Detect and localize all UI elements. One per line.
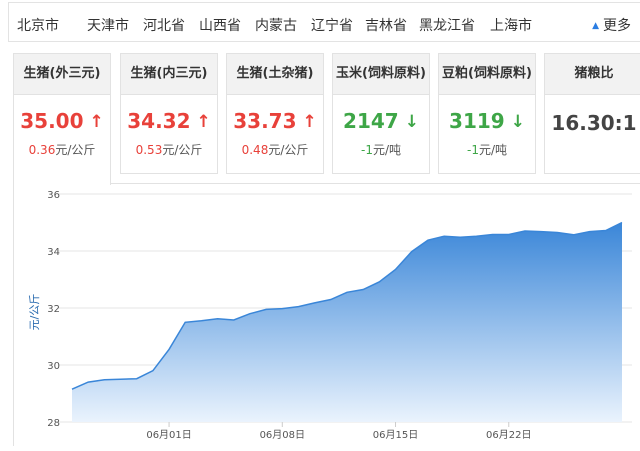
province-link-tianjin[interactable]: 天津市 xyxy=(87,15,129,35)
card-change: -1元/吨 xyxy=(360,143,401,157)
card-title: 玉米(饲料原料) xyxy=(333,54,429,95)
card-title: 生猪(内三元) xyxy=(121,54,217,95)
x-tick-label: 06月08日 xyxy=(260,429,305,441)
card-price: 16.30:1 xyxy=(551,111,637,135)
card-title: 猪粮比 xyxy=(545,54,640,95)
more-label: 更多 xyxy=(603,18,631,34)
card-price: 34.32 ↑ xyxy=(127,109,211,133)
card-hog-mixed[interactable]: 生猪(土杂猪) 33.73 ↑ 0.48元/公斤 xyxy=(226,53,324,174)
card-hog-grain-ratio[interactable]: 猪粮比 16.30:1 xyxy=(544,53,640,174)
province-bar: 北京市 天津市 河北省 山西省 内蒙古 辽宁省 吉林省 黑龙江省 上海市 ▲ 更多 xyxy=(8,2,640,42)
province-link-shanxi[interactable]: 山西省 xyxy=(199,15,241,35)
card-price: 2147 ↓ xyxy=(343,109,419,133)
price-area xyxy=(72,222,622,422)
arrow-up-icon: ↑ xyxy=(196,112,211,132)
x-tick-label: 06月22日 xyxy=(486,429,531,441)
y-tick-label: 32 xyxy=(47,304,60,315)
card-corn[interactable]: 玉米(饲料原料) 2147 ↓ -1元/吨 xyxy=(332,53,430,174)
arrow-down-icon: ↓ xyxy=(510,112,525,132)
more-button[interactable]: ▲ 更多 xyxy=(592,15,631,35)
arrow-up-icon: ↑ xyxy=(89,112,104,132)
card-change: 0.48元/公斤 xyxy=(241,143,309,157)
card-price: 3119 ↓ xyxy=(449,109,525,133)
province-link-hebei[interactable]: 河北省 xyxy=(143,15,185,35)
y-tick-label: 28 xyxy=(47,418,60,429)
province-link-neimenggu[interactable]: 内蒙古 xyxy=(255,15,297,35)
card-price: 35.00 ↑ xyxy=(20,109,104,133)
x-tick-label: 06月15日 xyxy=(373,429,418,441)
y-tick-label: 30 xyxy=(47,361,60,372)
x-tick-label: 06月01日 xyxy=(146,429,191,441)
y-axis-label: 元/公斤 xyxy=(28,294,41,331)
province-link-beijing[interactable]: 北京市 xyxy=(17,15,59,35)
card-hog-domestic-tri[interactable]: 生猪(内三元) 34.32 ↑ 0.53元/公斤 xyxy=(120,53,218,174)
card-title: 生猪(外三元) xyxy=(14,54,110,95)
arrow-down-icon: ↓ xyxy=(404,112,419,132)
card-price: 33.73 ↑ xyxy=(233,109,317,133)
card-soymeal[interactable]: 豆粕(饲料原料) 3119 ↓ -1元/吨 xyxy=(438,53,536,174)
province-link-shanghai[interactable]: 上海市 xyxy=(490,15,532,35)
card-change: 0.36元/公斤 xyxy=(28,143,96,157)
y-tick-label: 36 xyxy=(47,190,60,201)
y-tick-label: 34 xyxy=(47,247,60,258)
price-area-chart: 28 30 32 34 36 06月01日 06月08日 06月15日 06月22日 元/公斤 xyxy=(28,190,632,441)
card-title: 生猪(土杂猪) xyxy=(227,54,323,95)
card-change: 0.53元/公斤 xyxy=(135,143,203,157)
arrow-up-icon: ↑ xyxy=(302,112,317,132)
province-link-liaoning[interactable]: 辽宁省 xyxy=(311,15,353,35)
province-link-jilin[interactable]: 吉林省 xyxy=(365,15,407,35)
province-link-heilongjiang[interactable]: 黑龙江省 xyxy=(419,15,475,35)
card-change: -1元/吨 xyxy=(466,143,507,157)
card-hog-foreign-tri[interactable]: 生猪(外三元) 35.00 ↑ 0.36元/公斤 xyxy=(13,53,111,185)
triangle-up-icon: ▲ xyxy=(592,21,599,31)
card-title: 豆粕(饲料原料) xyxy=(439,54,535,95)
price-chart-panel: 28 30 32 34 36 06月01日 06月08日 06月15日 06月22日 元/公斤 xyxy=(13,183,640,446)
